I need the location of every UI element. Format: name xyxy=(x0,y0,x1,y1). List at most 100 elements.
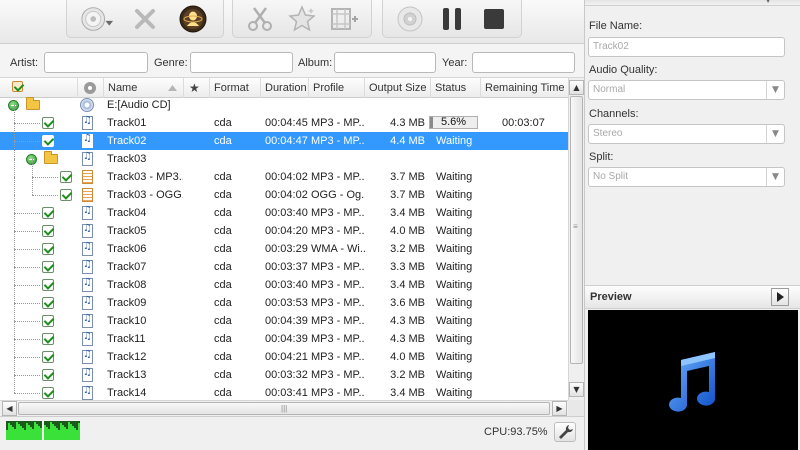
collapse-icon[interactable]: ▼ xyxy=(765,0,771,4)
table-row[interactable]: Track02 cda 00:04:47MP3 - MP... 4.4 MB Waiti… xyxy=(0,123,568,150)
snapshot-button[interactable] xyxy=(393,3,427,35)
track-status: Waiting xyxy=(436,333,473,345)
track-checkbox[interactable] xyxy=(42,243,54,255)
audio-file-icon xyxy=(82,223,93,238)
tree-connector xyxy=(14,321,40,322)
track-format: cda xyxy=(214,207,232,219)
audio-quality-select[interactable]: Normal ▼ xyxy=(588,80,785,100)
scroll-left-button[interactable]: ◀ xyxy=(2,401,17,416)
table-row[interactable]: Track03 - MP3... cda 00:04:02 MP3 - MP... 3.… xyxy=(0,159,568,186)
profile-button[interactable] xyxy=(176,3,210,35)
track-status: Waiting xyxy=(436,189,473,201)
horizontal-scrollbar[interactable]: ◀ ||| ▶ xyxy=(0,400,568,416)
tree-connector xyxy=(14,357,15,375)
genre-field[interactable] xyxy=(190,52,293,73)
table-row[interactable]: Track01 cda 00:04:45MP3 - MP... 4.3 MB 5.6% 0… xyxy=(0,105,568,132)
name-column-header[interactable]: Name xyxy=(104,78,184,98)
output-column-header[interactable] xyxy=(78,78,104,98)
select-all-checkbox[interactable] xyxy=(12,81,23,92)
table-row[interactable]: Track14 cda 00:03:41MP3 - MP... 3.4 MB Waiti… xyxy=(0,375,568,400)
track-format: cda xyxy=(214,243,232,255)
table-row[interactable]: Track12 cda 00:04:21MP3 - MP... 4.0 MB Waiti… xyxy=(0,339,568,366)
preview-play-button[interactable] xyxy=(771,288,789,306)
track-output-size: 4.3 MB xyxy=(390,333,425,345)
track-checkbox[interactable] xyxy=(42,369,54,381)
status-column-header[interactable]: Status xyxy=(431,78,481,98)
track-format: cda xyxy=(214,135,232,147)
track-checkbox[interactable] xyxy=(60,189,72,201)
duration-column-header[interactable]: Duration xyxy=(261,78,309,98)
preferences-button[interactable] xyxy=(554,422,576,442)
load-disc-button[interactable] xyxy=(80,3,114,35)
track-checkbox[interactable] xyxy=(42,207,54,219)
track-format: cda xyxy=(214,117,232,129)
stop-button[interactable] xyxy=(477,3,511,35)
track-checkbox[interactable] xyxy=(42,387,54,399)
table-row[interactable]: Track11 cda 00:04:39MP3 - MP... 4.3 MB Waiti… xyxy=(0,321,568,348)
select-all-column[interactable] xyxy=(0,78,78,98)
disc-row[interactable]: E:[Audio CD] xyxy=(0,96,568,114)
output-size-column-header[interactable]: Output Size xyxy=(365,78,431,98)
tree-connector xyxy=(14,267,15,285)
track-profile: OGG - Og... xyxy=(311,189,365,201)
table-row[interactable]: Track08 cda 00:03:40MP3 - MP... 3.4 MB Waiti… xyxy=(0,267,568,294)
tree-connector xyxy=(32,159,33,177)
track-output-size: 3.2 MB xyxy=(390,243,425,255)
year-field[interactable] xyxy=(472,52,575,73)
settings-panel-header: ▼ xyxy=(585,0,800,6)
vertical-scrollbar[interactable]: ▲ ≡ ▼ xyxy=(568,78,584,400)
track-profile: MP3 - MP... xyxy=(311,207,365,219)
trim-button[interactable] xyxy=(243,3,277,35)
channels-select[interactable]: Stereo ▼ xyxy=(588,124,785,144)
track-profile: MP3 - MP... xyxy=(311,297,365,309)
preview-title: Preview xyxy=(590,291,632,303)
disc-name: E:[Audio CD] xyxy=(107,99,171,111)
folder-row[interactable]: Track03 xyxy=(0,141,568,168)
track-duration: 00:03:40 xyxy=(265,279,308,291)
file-name-field[interactable]: Track02 xyxy=(588,37,785,57)
track-checkbox[interactable] xyxy=(42,297,54,309)
track-checkbox[interactable] xyxy=(42,351,54,363)
audio-file-icon xyxy=(82,313,93,328)
track-checkbox[interactable] xyxy=(42,135,54,147)
scroll-up-button[interactable]: ▲ xyxy=(569,80,584,95)
track-output-size: 3.6 MB xyxy=(390,297,425,309)
profile-column-header[interactable]: Profile xyxy=(309,78,365,98)
table-row[interactable]: Track05 cda 00:04:20MP3 - MP... 4.0 MB Waiti… xyxy=(0,213,568,240)
tree-connector xyxy=(14,249,15,267)
tree-connector xyxy=(14,303,40,304)
format-column-header[interactable]: Format xyxy=(210,78,261,98)
track-checkbox[interactable] xyxy=(42,261,54,273)
scroll-right-button[interactable]: ▶ xyxy=(552,401,567,416)
status-bar: CPU:93.75% xyxy=(0,416,584,450)
horizontal-scroll-thumb[interactable]: ||| xyxy=(18,402,550,415)
meter-bar xyxy=(78,423,80,440)
track-output-size: 3.7 MB xyxy=(390,171,425,183)
table-row[interactable]: Track06 cda 00:03:29WMA - Wi... 3.2 MB Waiti… xyxy=(0,231,568,258)
remaining-time-column-header[interactable]: Remaining Time xyxy=(481,78,568,98)
album-field[interactable] xyxy=(334,52,436,73)
track-checkbox[interactable] xyxy=(60,171,72,183)
track-checkbox[interactable] xyxy=(42,333,54,345)
effect-button[interactable] xyxy=(285,3,319,35)
track-checkbox[interactable] xyxy=(42,225,54,237)
table-row[interactable]: Track03 - OGG... cda 00:04:02 OGG - Og... 3.… xyxy=(0,177,568,204)
tree-connector xyxy=(32,177,58,178)
table-row[interactable]: Track10 cda 00:04:39MP3 - MP... 4.3 MB Waiti… xyxy=(0,303,568,330)
table-row[interactable]: Track04 cda 00:03:40MP3 - MP... 3.4 MB Waiti… xyxy=(0,195,568,222)
track-checkbox[interactable] xyxy=(42,117,54,129)
split-select[interactable]: No Split ▼ xyxy=(588,167,785,187)
track-checkbox[interactable] xyxy=(42,279,54,291)
track-format: cda xyxy=(214,369,232,381)
artist-field[interactable] xyxy=(44,52,148,73)
table-row[interactable]: Track13 cda 00:03:32MP3 - MP... 3.2 MB Waiti… xyxy=(0,357,568,384)
pause-button[interactable] xyxy=(435,3,469,35)
track-checkbox[interactable] xyxy=(42,315,54,327)
table-row[interactable]: Track07 cda 00:03:37MP3 - MP... 3.3 MB Waiti… xyxy=(0,249,568,276)
scroll-down-button[interactable]: ▼ xyxy=(569,382,584,397)
table-row[interactable]: Track09 cda 00:03:53MP3 - MP... 3.6 MB Waiti… xyxy=(0,285,568,312)
merge-button[interactable] xyxy=(327,3,361,35)
rating-column-header[interactable]: ★ xyxy=(184,78,210,98)
remove-button[interactable] xyxy=(128,3,162,35)
vertical-scroll-thumb[interactable]: ≡ xyxy=(570,96,583,364)
